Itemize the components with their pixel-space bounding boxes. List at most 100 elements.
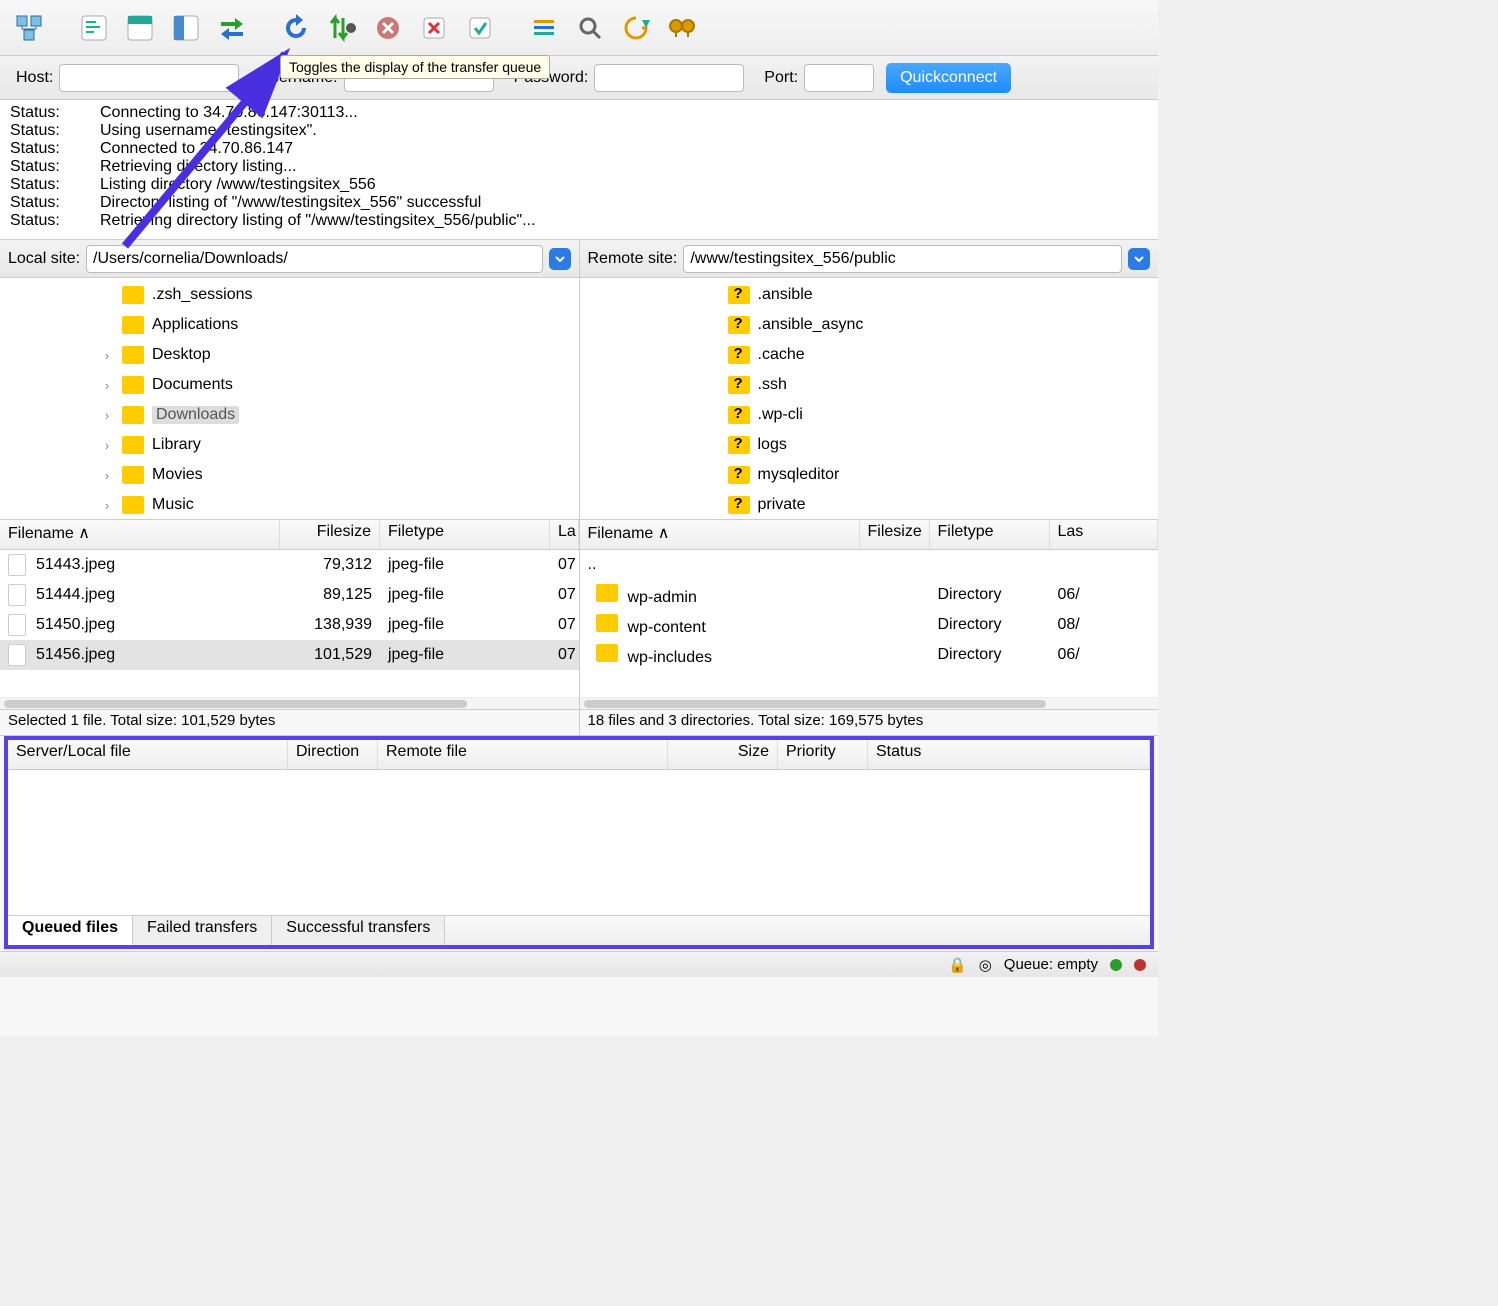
file-row[interactable]: wp-adminDirectory06/ <box>580 580 1159 610</box>
tree-item[interactable]: ›Music <box>0 490 579 519</box>
queue-status: Queue: empty <box>1004 956 1098 973</box>
col-modified[interactable]: Las <box>1050 520 1159 549</box>
remote-tree[interactable]: .ansible.ansible_async.cache.ssh.wp-clil… <box>580 278 1159 519</box>
folder-icon <box>596 614 618 632</box>
host-input[interactable] <box>59 64 239 92</box>
file-row[interactable]: 51443.jpeg79,312jpeg-file07 <box>0 550 579 580</box>
tree-item[interactable]: logs <box>580 430 1159 460</box>
file-row[interactable]: 51456.jpeg101,529jpeg-file07 <box>0 640 579 670</box>
folder-icon <box>728 496 750 514</box>
refresh-icon[interactable] <box>276 8 316 48</box>
remote-path-dropdown-icon[interactable] <box>1128 248 1150 270</box>
remote-site-label: Remote site: <box>588 250 678 268</box>
queue-body[interactable] <box>8 770 1150 915</box>
tree-item[interactable]: ›Movies <box>0 460 579 490</box>
folder-icon <box>728 436 750 454</box>
tree-item[interactable]: .zsh_sessions <box>0 280 579 310</box>
col-remote-file[interactable]: Remote file <box>378 740 668 769</box>
col-filetype[interactable]: Filetype <box>930 520 1050 549</box>
port-label: Port: <box>764 69 798 87</box>
file-row[interactable]: wp-includesDirectory06/ <box>580 640 1159 670</box>
tree-item[interactable]: mysqleditor <box>580 460 1159 490</box>
tooltip: Toggles the display of the transfer queu… <box>280 55 550 79</box>
local-path-dropdown-icon[interactable] <box>549 248 571 270</box>
col-status[interactable]: Status <box>868 740 1150 769</box>
folder-icon <box>122 406 144 424</box>
file-row[interactable]: wp-contentDirectory08/ <box>580 610 1159 640</box>
toggle-remote-tree-icon[interactable] <box>166 8 206 48</box>
folder-icon <box>728 406 750 424</box>
tree-item[interactable]: ›Desktop <box>0 340 579 370</box>
tab-queued-files[interactable]: Queued files <box>8 916 133 945</box>
folder-icon <box>122 496 144 514</box>
toggle-queue-icon[interactable] <box>212 8 252 48</box>
sort-asc-icon: ∧ <box>658 525 670 542</box>
file-row[interactable]: .. <box>580 550 1159 580</box>
file-row[interactable]: 51450.jpeg138,939jpeg-file07 <box>0 610 579 640</box>
folder-icon <box>122 286 144 304</box>
disconnect-icon[interactable] <box>414 8 454 48</box>
col-filename[interactable]: Filename ∧ <box>580 520 860 549</box>
port-input[interactable] <box>804 64 874 92</box>
sort-asc-icon: ∧ <box>78 525 90 542</box>
status-bar: 🔒 ◎ Queue: empty <box>0 951 1158 977</box>
site-manager-icon[interactable] <box>10 8 50 48</box>
toggle-local-tree-icon[interactable] <box>120 8 160 48</box>
col-filesize[interactable]: Filesize <box>860 520 930 549</box>
indicator-red-icon <box>1134 959 1146 971</box>
folder-icon <box>122 436 144 454</box>
local-path-input[interactable] <box>86 245 542 273</box>
remote-path-input[interactable] <box>683 245 1122 273</box>
col-modified[interactable]: La <box>550 520 579 549</box>
tree-item[interactable]: ›Downloads <box>0 400 579 430</box>
col-size[interactable]: Size <box>668 740 778 769</box>
tree-item[interactable]: private <box>580 490 1159 519</box>
tree-item[interactable]: .ansible <box>580 280 1159 310</box>
process-queue-icon[interactable] <box>322 8 362 48</box>
col-filename[interactable]: Filename ∧ <box>0 520 280 549</box>
local-file-list[interactable]: Filename ∧ Filesize Filetype La 51443.jp… <box>0 520 580 709</box>
password-input[interactable] <box>594 64 744 92</box>
tree-item[interactable]: ›Library <box>0 430 579 460</box>
quickconnect-button[interactable]: Quickconnect <box>886 63 1011 93</box>
tab-failed-transfers[interactable]: Failed transfers <box>133 916 272 945</box>
file-icon <box>8 584 26 606</box>
col-filesize[interactable]: Filesize <box>280 520 380 549</box>
local-tree[interactable]: .zsh_sessionsApplications›Desktop›Docume… <box>0 278 579 519</box>
lock-icon: 🔒 <box>948 956 967 974</box>
file-icon <box>8 644 26 666</box>
col-priority[interactable]: Priority <box>778 740 868 769</box>
col-server-file[interactable]: Server/Local file <box>8 740 288 769</box>
folder-icon <box>596 584 618 602</box>
folder-icon <box>728 466 750 484</box>
search-icon[interactable] <box>570 8 610 48</box>
tree-item[interactable]: .wp-cli <box>580 400 1159 430</box>
col-direction[interactable]: Direction <box>288 740 378 769</box>
reconnect-icon[interactable] <box>460 8 500 48</box>
tab-successful-transfers[interactable]: Successful transfers <box>272 916 445 945</box>
col-filetype[interactable]: Filetype <box>380 520 550 549</box>
tree-item[interactable]: Applications <box>0 310 579 340</box>
sync-icon[interactable] <box>616 8 656 48</box>
cancel-icon[interactable] <box>368 8 408 48</box>
folder-icon <box>728 316 750 334</box>
folder-icon <box>596 644 618 662</box>
tree-item[interactable]: .cache <box>580 340 1159 370</box>
toggle-log-icon[interactable] <box>74 8 114 48</box>
file-icon <box>8 554 26 576</box>
local-hscrollbar[interactable] <box>0 697 579 709</box>
folder-icon <box>122 466 144 484</box>
find-icon[interactable] <box>662 8 702 48</box>
tree-item[interactable]: .ssh <box>580 370 1159 400</box>
network-icon: ◎ <box>979 956 992 974</box>
file-row[interactable]: 51444.jpeg89,125jpeg-file07 <box>0 580 579 610</box>
filter-icon[interactable] <box>524 8 564 48</box>
remote-hscrollbar[interactable] <box>580 697 1159 709</box>
tree-item[interactable]: .ansible_async <box>580 310 1159 340</box>
file-icon <box>8 614 26 636</box>
tree-item[interactable]: ›Documents <box>0 370 579 400</box>
folder-icon <box>122 346 144 364</box>
transfer-queue-pane: Server/Local file Direction Remote file … <box>4 736 1154 949</box>
folder-icon <box>122 316 144 334</box>
remote-file-list[interactable]: Filename ∧ Filesize Filetype Las ..wp-ad… <box>580 520 1159 709</box>
